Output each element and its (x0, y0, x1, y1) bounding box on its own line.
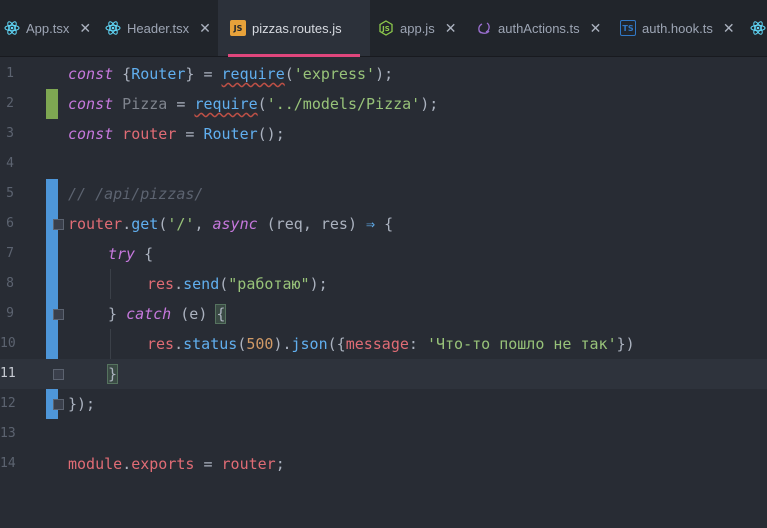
editor-tab-bar: App.tsx ✕ Header.tsx ✕ JS pizzas.routes.… (0, 0, 767, 57)
code-line[interactable]: 3 const router = Router(); (0, 119, 767, 149)
tab-label: App.tsx (26, 20, 70, 36)
close-icon[interactable]: ✕ (79, 20, 91, 37)
code-text: res.send("работаю"); (147, 275, 328, 293)
code-line[interactable]: 4 (0, 149, 767, 179)
code-line[interactable]: 9 } catch (e) { (0, 299, 767, 329)
fold-marker-icon[interactable] (53, 309, 64, 320)
line-number: 7 (6, 246, 14, 261)
line-number: 2 (6, 96, 14, 111)
code-line[interactable]: 6 router.get('/', async (req, res) ⇒ { (0, 209, 767, 239)
code-text: res.status(500).json({message: 'Что-то п… (147, 335, 635, 353)
line-number: 6 (6, 216, 14, 231)
line-number: 9 (6, 306, 14, 321)
svg-text:JS: JS (381, 25, 390, 33)
close-icon[interactable]: ✕ (590, 20, 602, 37)
tab-authactions-ts[interactable]: authActions.ts ✕ (476, 0, 601, 56)
tab-label: auth.hook.ts (642, 20, 713, 36)
line-number: 13 (0, 426, 16, 441)
code-text: } catch (e) { (108, 304, 227, 324)
code-line[interactable]: 14 module.exports = router; (0, 449, 767, 479)
code-line-current[interactable]: 11 } (0, 359, 767, 389)
ts-file-icon: TS (620, 20, 636, 36)
code-text: module.exports = router; (68, 455, 285, 473)
line-number: 10 (0, 336, 16, 351)
tab-overflow[interactable] (750, 0, 766, 56)
line-number: 12 (0, 396, 16, 411)
fold-marker-icon[interactable] (53, 399, 64, 410)
code-text: const Pizza = require('../models/Pizza')… (68, 95, 439, 113)
fold-marker-icon[interactable] (53, 219, 64, 230)
code-line[interactable]: 12 }); (0, 389, 767, 419)
code-editor[interactable]: 1 const {Router} = require('express'); 2… (0, 57, 767, 528)
close-icon[interactable]: ✕ (445, 20, 457, 37)
line-number: 8 (6, 276, 14, 291)
tab-label: app.js (400, 20, 435, 36)
react-icon (750, 20, 766, 36)
code-text: // /api/pizzas/ (68, 185, 204, 203)
line-number: 1 (6, 66, 14, 81)
code-text: const {Router} = require('express'); (68, 65, 394, 83)
react-icon (4, 20, 20, 36)
code-text: const router = Router(); (68, 125, 285, 143)
close-icon[interactable]: ✕ (199, 20, 211, 37)
line-number: 4 (6, 156, 14, 171)
code-line[interactable]: 10 res.status(500).json({message: 'Что-т… (0, 329, 767, 359)
code-line[interactable]: 5 // /api/pizzas/ (0, 179, 767, 209)
code-text: } (106, 364, 119, 384)
fold-marker-icon[interactable] (53, 369, 64, 380)
code-line[interactable]: 13 (0, 419, 767, 449)
tab-auth-hook-ts[interactable]: TS auth.hook.ts ✕ (620, 0, 735, 56)
code-line[interactable]: 2 const Pizza = require('../models/Pizza… (0, 89, 767, 119)
js-file-icon: JS (230, 20, 246, 36)
line-number: 11 (0, 366, 16, 381)
tab-app-js[interactable]: JS app.js ✕ (378, 0, 456, 56)
line-number: 3 (6, 126, 14, 141)
code-text: router.get('/', async (req, res) ⇒ { (68, 215, 394, 233)
tab-header-tsx[interactable]: Header.tsx ✕ (105, 0, 211, 56)
code-line[interactable]: 1 const {Router} = require('express'); (0, 59, 767, 89)
code-line[interactable]: 8 res.send("работаю"); (0, 269, 767, 299)
tab-label: Header.tsx (127, 20, 190, 36)
react-icon (105, 20, 121, 36)
code-text: }); (68, 395, 96, 413)
tab-pizzas-routes-js[interactable]: JS pizzas.routes.js (218, 0, 370, 57)
nodejs-icon: JS (378, 20, 394, 36)
tab-label: pizzas.routes.js (252, 20, 342, 36)
line-number: 5 (6, 186, 14, 201)
tab-label: authActions.ts (498, 20, 580, 36)
tab-app-tsx[interactable]: App.tsx ✕ (0, 0, 91, 56)
redux-icon (476, 20, 492, 36)
code-text: try { (108, 245, 154, 263)
close-icon[interactable]: ✕ (723, 20, 735, 37)
line-number: 14 (0, 456, 16, 471)
code-line[interactable]: 7 try { (0, 239, 767, 269)
